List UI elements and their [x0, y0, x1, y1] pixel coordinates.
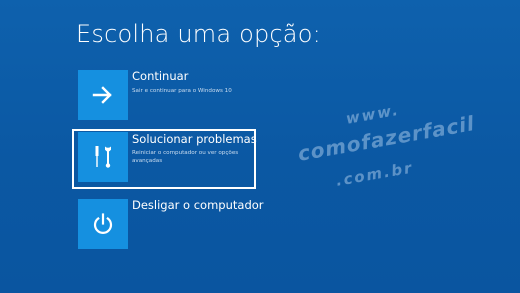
watermark-line-3: .com.br — [334, 158, 415, 190]
troubleshoot-option[interactable]: Solucionar problemas Reiniciar o computa… — [72, 129, 257, 189]
tools-icon — [95, 146, 111, 168]
advanced-startup-screen: Escolha uma opção: Continuar Sair e cont… — [0, 0, 520, 293]
continue-tile[interactable] — [78, 70, 128, 120]
troubleshoot-description: Reiniciar o computador ou ver opções ava… — [132, 150, 239, 164]
shutdown-label: Desligar o computador — [132, 198, 264, 212]
troubleshoot-label: Solucionar problemas — [132, 132, 257, 146]
watermark-line-1: www. — [344, 100, 402, 128]
arrow-right-icon — [92, 86, 112, 104]
shutdown-option[interactable]: Desligar o computador — [72, 194, 264, 254]
page-title: Escolha uma opção: — [76, 20, 321, 48]
power-icon — [93, 213, 113, 234]
shutdown-tile[interactable] — [78, 199, 128, 249]
continue-option[interactable]: Continuar Sair e continuar para o Window… — [72, 64, 256, 124]
continue-description: Sair e continuar para o Windows 10 — [132, 88, 232, 94]
troubleshoot-tile[interactable] — [78, 132, 128, 182]
continue-label: Continuar — [132, 69, 189, 83]
